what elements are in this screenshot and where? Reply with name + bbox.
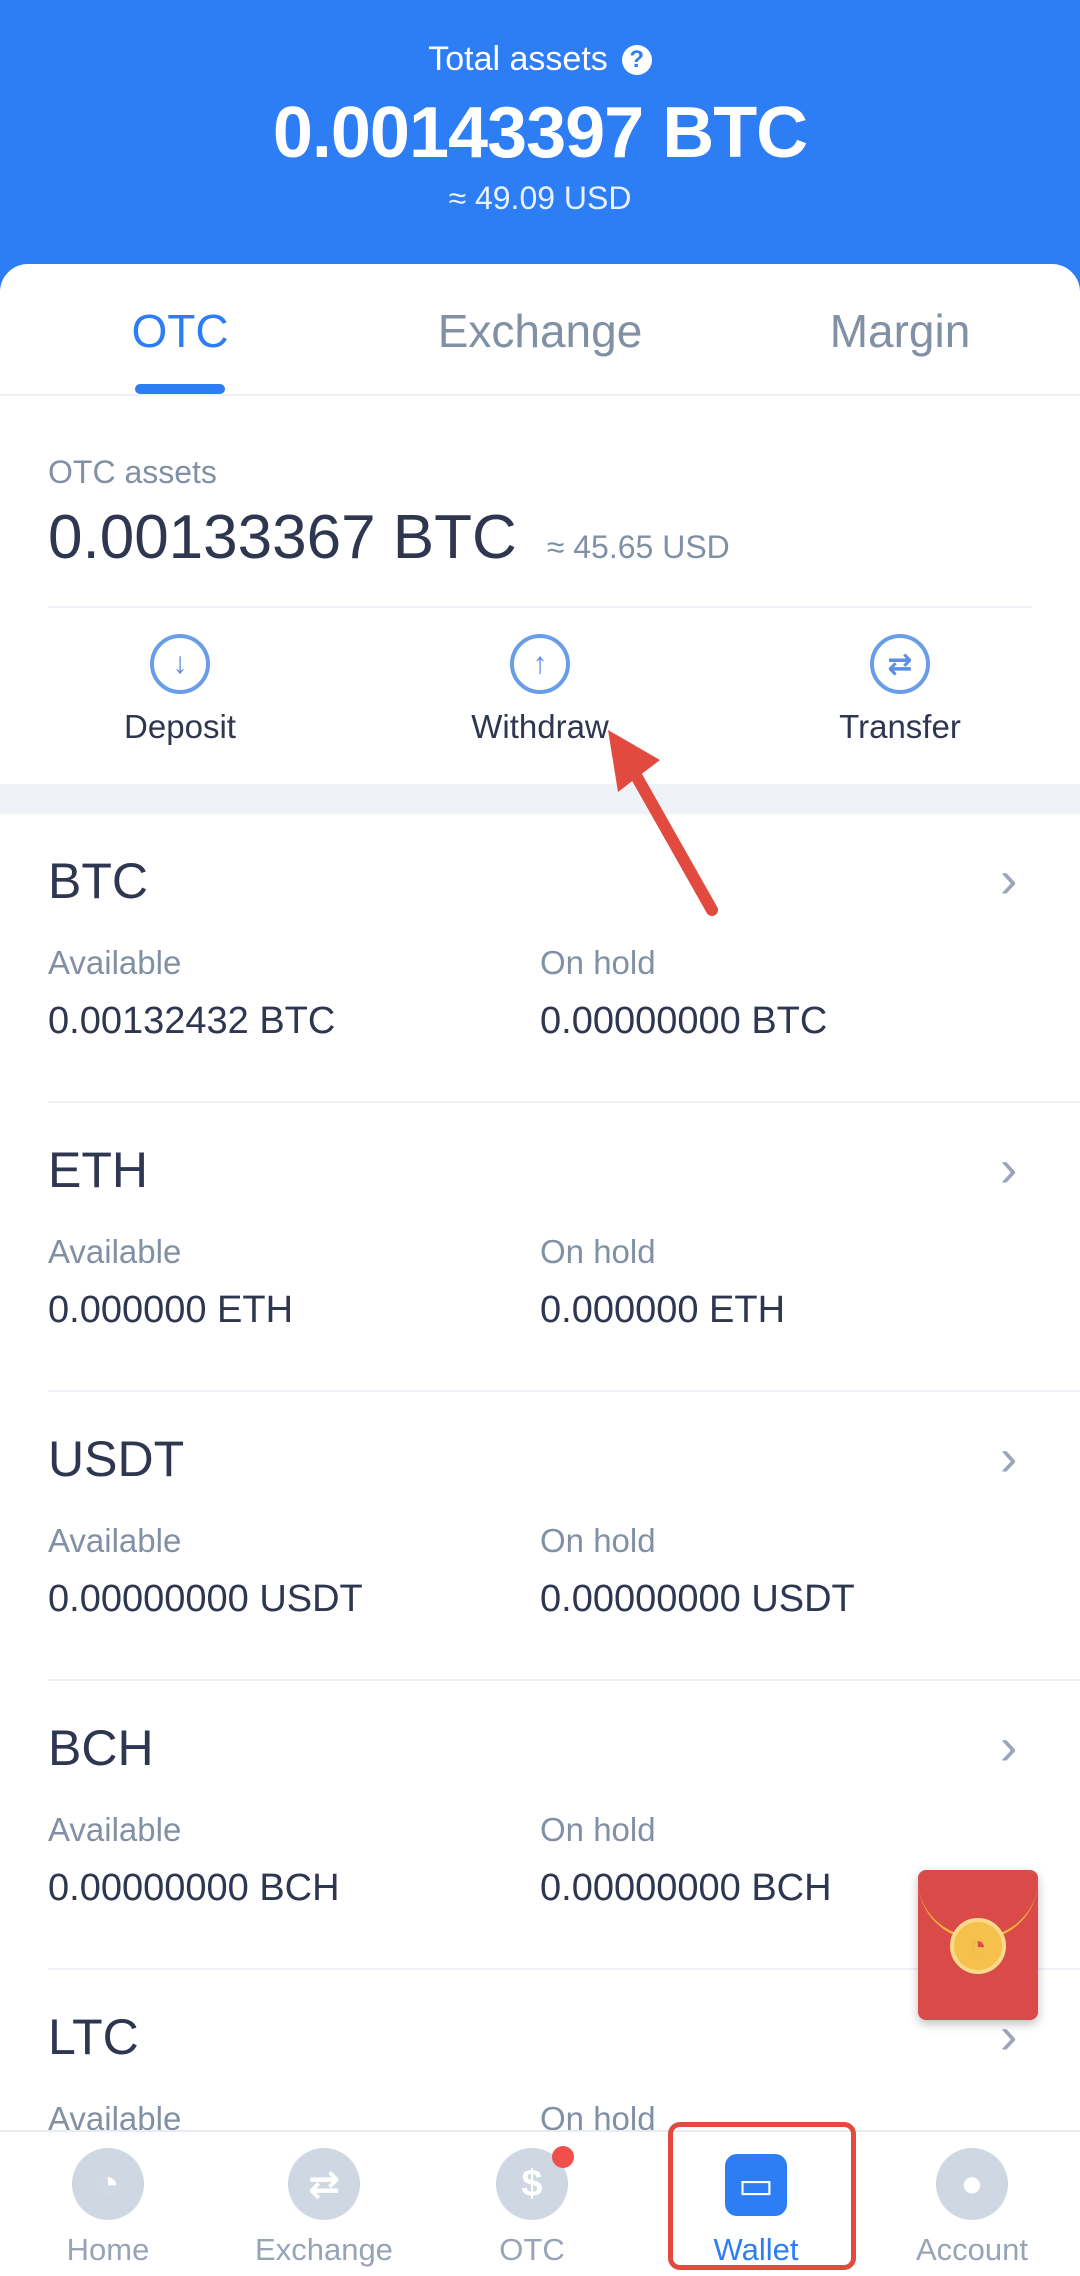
chevron-right-icon: › [1000, 1140, 1018, 1198]
coin-row-usdt[interactable]: USDT › Available 0.00000000 USDT On hold 0… [0, 1392, 1080, 1681]
deposit-button[interactable]: ↓ Deposit [0, 634, 360, 746]
tabbar-account[interactable]: ● Account [864, 2148, 1080, 2268]
available-value: 0.000000 ETH [48, 1289, 294, 1331]
available-label: Available [48, 1522, 182, 1559]
total-assets-btc: 0.00143397 BTC [272, 93, 808, 173]
onhold-label: On hold [540, 1233, 656, 1270]
onhold-label: On hold [540, 1522, 656, 1559]
tabbar-otc[interactable]: $ OTC [424, 2146, 640, 2268]
coin-name: BCH [48, 1720, 154, 1776]
onhold-value: 0.00000000 BCH [540, 1867, 832, 1909]
annotation-arrow [608, 730, 718, 916]
total-assets-label-row: Total assets ? [0, 40, 1080, 79]
tabbar-label: Account [915, 2232, 1028, 2267]
red-envelope-button[interactable]: ◔ [918, 1870, 1038, 2020]
available-label: Available [48, 1811, 182, 1848]
tabbar-home[interactable]: ◔ Home [0, 2148, 216, 2268]
chevron-right-icon: › [1000, 851, 1018, 909]
section-separator [0, 784, 1080, 814]
arrow-down-circle-icon: ↓ [150, 634, 210, 694]
coin-row-btc[interactable]: BTC › Available 0.00132432 BTC On hold 0.0… [0, 814, 1080, 1103]
wallet-highlight-box [668, 2122, 856, 2270]
transfer-label: Transfer [839, 708, 961, 745]
otc-assets-label: OTC assets [48, 454, 217, 490]
active-tab-indicator [135, 384, 225, 394]
onhold-label: On hold [540, 944, 656, 981]
available-label: Available [48, 1233, 182, 1270]
dollar-icon: $ [496, 2146, 574, 2220]
coin-name: LTC [48, 2009, 139, 2065]
tab-exchange[interactable]: Exchange [360, 304, 720, 358]
onhold-value: 0.00000000 USDT [540, 1578, 855, 1620]
available-value: 0.00000000 BCH [48, 1867, 340, 1909]
available-value: 0.00132432 BTC [48, 1000, 336, 1042]
total-assets-label: Total assets [428, 40, 608, 78]
divider [48, 606, 1032, 608]
transfer-button[interactable]: ⇄ Transfer [720, 634, 1080, 746]
notification-dot [552, 2146, 574, 2168]
coin-name: BTC [48, 853, 148, 909]
tabbar-label: OTC [499, 2232, 565, 2267]
home-icon: ◔ [72, 2148, 144, 2220]
transfer-circle-icon: ⇄ [870, 634, 930, 694]
tabbar-label: Exchange [255, 2232, 393, 2267]
chevron-right-icon: › [1000, 1429, 1018, 1487]
coin-name: ETH [48, 1142, 148, 1198]
total-assets-usd: ≈ 49.09 USD [448, 180, 632, 216]
account-icon: ● [936, 2148, 1008, 2220]
total-assets-header: Total assets ? 0.00143397 BTC ≈ 49.09 US… [0, 0, 1080, 300]
clock-coin-icon: ◔ [950, 1918, 1006, 1974]
tabbar-exchange[interactable]: ⇄ Exchange [216, 2148, 432, 2268]
onhold-value: 0.000000 ETH [540, 1289, 786, 1331]
help-icon[interactable]: ? [621, 44, 652, 75]
bottom-tab-bar: ◔ Home ⇄ Exchange $ OTC ▭ Wallet ● Accou… [0, 2130, 1080, 2276]
otc-assets-value-row: 0.00133367 BTC ≈ 45.65 USD [48, 502, 730, 573]
otc-assets-btc: 0.00133367 BTC [48, 503, 517, 572]
tab-margin[interactable]: Margin [720, 304, 1080, 358]
coin-name: USDT [48, 1431, 185, 1487]
available-value: 0.00000000 USDT [48, 1578, 363, 1620]
chevron-right-icon: › [1000, 1718, 1018, 1776]
account-tabs: OTC Exchange Margin [0, 264, 1080, 396]
onhold-label: On hold [540, 1811, 656, 1848]
asset-actions: ↓ Deposit ↑ Withdraw ⇄ Transfer [0, 634, 1080, 754]
arrow-up-circle-icon: ↑ [510, 634, 570, 694]
available-label: Available [48, 944, 182, 981]
tab-otc[interactable]: OTC [0, 304, 360, 358]
tabbar-label: Home [66, 2232, 150, 2267]
deposit-label: Deposit [124, 708, 236, 745]
onhold-value: 0.00000000 BTC [540, 1000, 828, 1042]
coin-row-eth[interactable]: ETH › Available 0.000000 ETH On hold 0.000… [0, 1103, 1080, 1392]
exchange-icon: ⇄ [288, 2148, 360, 2220]
otc-assets-usd: ≈ 45.65 USD [546, 529, 730, 565]
